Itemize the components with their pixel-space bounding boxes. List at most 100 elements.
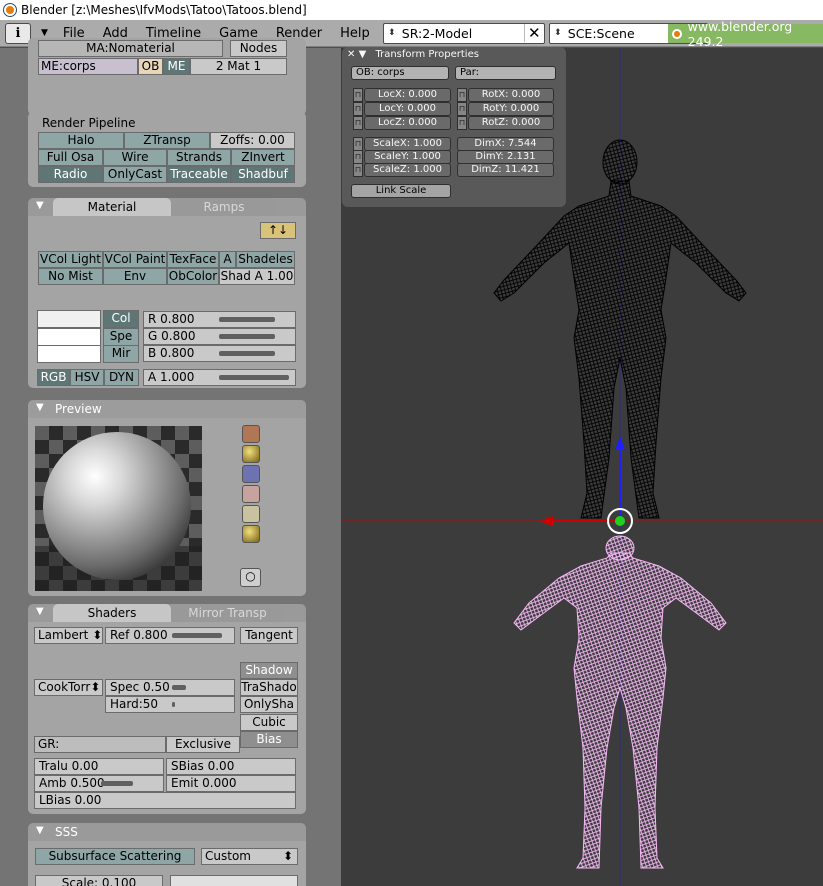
- shadbuf-button[interactable]: Shadbuf: [231, 166, 295, 183]
- locz-field[interactable]: LocZ: 0.000: [364, 116, 451, 130]
- strands-button[interactable]: Strands: [167, 149, 231, 166]
- tralu-slider[interactable]: Tralu 0.00: [34, 758, 164, 775]
- close-icon[interactable]: ✕: [347, 49, 355, 60]
- flat-preview-icon[interactable]: [242, 425, 260, 443]
- sky-preview-icon[interactable]: [242, 525, 260, 543]
- specular-shader-select[interactable]: CookTorr⬍: [34, 679, 103, 696]
- vcol-paint-button[interactable]: VCol Paint: [103, 251, 167, 268]
- shadow-button[interactable]: Shadow: [240, 662, 298, 679]
- lbias-slider[interactable]: LBias 0.00: [34, 792, 296, 809]
- tab-mirror-transp[interactable]: Mirror Transp: [171, 604, 284, 622]
- dyn-button[interactable]: DYN: [104, 369, 139, 386]
- r-slider[interactable]: R 0.800: [143, 311, 296, 328]
- ztransp-button[interactable]: ZTransp: [124, 132, 210, 149]
- rotx-field[interactable]: RotX: 0.000: [468, 88, 554, 102]
- cube-preview-icon[interactable]: [242, 465, 260, 483]
- refresh-preview-icon[interactable]: ○: [240, 568, 261, 587]
- collapse-arrow-icon[interactable]: ▼: [36, 825, 44, 836]
- blender-site-link[interactable]: www.blender.org 249.2: [668, 19, 823, 49]
- editor-type-select[interactable]: i: [5, 22, 31, 44]
- collapse-arrow-icon[interactable]: ▼: [36, 606, 44, 617]
- onlyshadow-button[interactable]: OnlySha: [240, 696, 298, 713]
- tab-ramps[interactable]: Ramps: [171, 198, 277, 216]
- material-index[interactable]: 2 Mat 1: [190, 58, 287, 75]
- scaley-field[interactable]: ScaleY: 1.000: [364, 150, 451, 164]
- updown-icon[interactable]: ⬍: [550, 28, 566, 38]
- object-name-field[interactable]: OB: corps: [351, 66, 449, 80]
- mir-button[interactable]: Mir: [103, 345, 139, 363]
- lock-icon[interactable]: ⊓: [353, 163, 363, 177]
- rotz-field[interactable]: RotZ: 0.000: [468, 116, 554, 130]
- hard-slider[interactable]: Hard:50: [105, 696, 235, 713]
- color-swatch-spe[interactable]: [37, 328, 101, 346]
- color-swatch-mir[interactable]: [37, 345, 101, 363]
- delete-screen-icon[interactable]: ✕: [523, 24, 544, 42]
- tab-material[interactable]: Material: [53, 198, 171, 216]
- zinvert-button[interactable]: ZInvert: [231, 149, 295, 166]
- color-swatch-col[interactable]: [37, 310, 101, 328]
- collapse-menu-icon[interactable]: ▼: [41, 28, 48, 38]
- spe-button[interactable]: Spe: [103, 328, 139, 346]
- lock-icon[interactable]: ⊓: [353, 137, 363, 151]
- tangent-button[interactable]: Tangent: [240, 627, 298, 644]
- texface-button[interactable]: TexFace: [167, 251, 219, 268]
- diffuse-shader-select[interactable]: Lambert ⬍: [34, 627, 103, 644]
- sss-preset-select[interactable]: Custom ⬍: [201, 848, 298, 865]
- mesh-name-field[interactable]: ME:corps: [38, 58, 138, 75]
- link-scale-button[interactable]: Link Scale: [351, 184, 451, 198]
- material-name-field[interactable]: MA:Nomaterial: [38, 40, 223, 57]
- updown-icon[interactable]: ⬍: [384, 28, 400, 38]
- collapse-arrow-icon[interactable]: ▼: [36, 402, 44, 413]
- wire-button[interactable]: Wire: [103, 149, 167, 166]
- scalex-field[interactable]: ScaleX: 1.000: [364, 137, 451, 151]
- ob-button[interactable]: OB: [138, 58, 163, 75]
- exclusive-button[interactable]: Exclusive: [166, 736, 240, 753]
- a-button[interactable]: A: [219, 251, 236, 268]
- zoffs-field[interactable]: Zoffs: 0.00: [210, 132, 295, 149]
- lock-icon[interactable]: ⊓: [353, 116, 363, 130]
- trashado-button[interactable]: TraShado: [240, 679, 298, 696]
- rgb-button[interactable]: RGB: [37, 369, 70, 386]
- monkey-preview-icon[interactable]: [242, 485, 260, 503]
- alpha-slider[interactable]: A 1.000: [143, 369, 296, 386]
- lock-icon[interactable]: ⊓: [353, 88, 363, 102]
- dimz-field[interactable]: DimZ: 11.421: [457, 163, 554, 177]
- g-slider[interactable]: G 0.800: [143, 328, 296, 345]
- scalez-field[interactable]: ScaleZ: 1.000: [364, 163, 451, 177]
- collapse-arrow-icon[interactable]: ▼: [359, 49, 367, 60]
- locx-field[interactable]: LocX: 0.000: [364, 88, 451, 102]
- shad-a-field[interactable]: Shad A 1.00: [219, 268, 295, 285]
- lock-icon[interactable]: ⊓: [457, 88, 467, 102]
- dimy-field[interactable]: DimY: 2.131: [457, 150, 554, 164]
- shadeless-button[interactable]: Shadeles: [236, 251, 295, 268]
- cubic-button[interactable]: Cubic: [240, 714, 298, 731]
- fullosa-button[interactable]: Full Osa: [38, 149, 103, 166]
- nodes-button[interactable]: Nodes: [230, 40, 287, 57]
- emit-slider[interactable]: Emit 0.000: [166, 775, 296, 792]
- sphere-preview-icon[interactable]: [242, 445, 260, 463]
- radio-button[interactable]: Radio: [38, 166, 103, 183]
- subsurface-scattering-button[interactable]: Subsurface Scattering: [35, 848, 195, 865]
- dimx-field[interactable]: DimX: 7.544: [457, 137, 554, 151]
- col-button[interactable]: Col: [103, 310, 139, 328]
- menu-help[interactable]: Help: [331, 26, 379, 41]
- bias-button[interactable]: Bias: [240, 731, 298, 748]
- hsv-button[interactable]: HSV: [70, 369, 104, 386]
- parent-field[interactable]: Par:: [455, 66, 556, 80]
- lock-icon[interactable]: ⊓: [353, 102, 363, 116]
- me-button[interactable]: ME: [163, 58, 190, 75]
- roty-field[interactable]: RotY: 0.000: [468, 102, 554, 116]
- sss-color-swatch[interactable]: [170, 875, 298, 886]
- halo-button[interactable]: Halo: [38, 132, 124, 149]
- lock-icon[interactable]: ⊓: [457, 116, 467, 130]
- b-slider[interactable]: B 0.800: [143, 345, 296, 362]
- sbias-slider[interactable]: SBias 0.00: [166, 758, 296, 775]
- tab-shaders[interactable]: Shaders: [53, 604, 171, 622]
- spec-slider[interactable]: Spec 0.50: [105, 679, 235, 696]
- lock-icon[interactable]: ⊓: [457, 102, 467, 116]
- onlycast-button[interactable]: OnlyCast: [103, 166, 167, 183]
- lock-icon[interactable]: ⊓: [353, 150, 363, 164]
- sss-scale-field[interactable]: Scale: 0.100: [35, 875, 163, 886]
- hair-preview-icon[interactable]: [242, 505, 260, 523]
- screen-selector[interactable]: ⬍ SR:2-Model ✕: [382, 22, 545, 44]
